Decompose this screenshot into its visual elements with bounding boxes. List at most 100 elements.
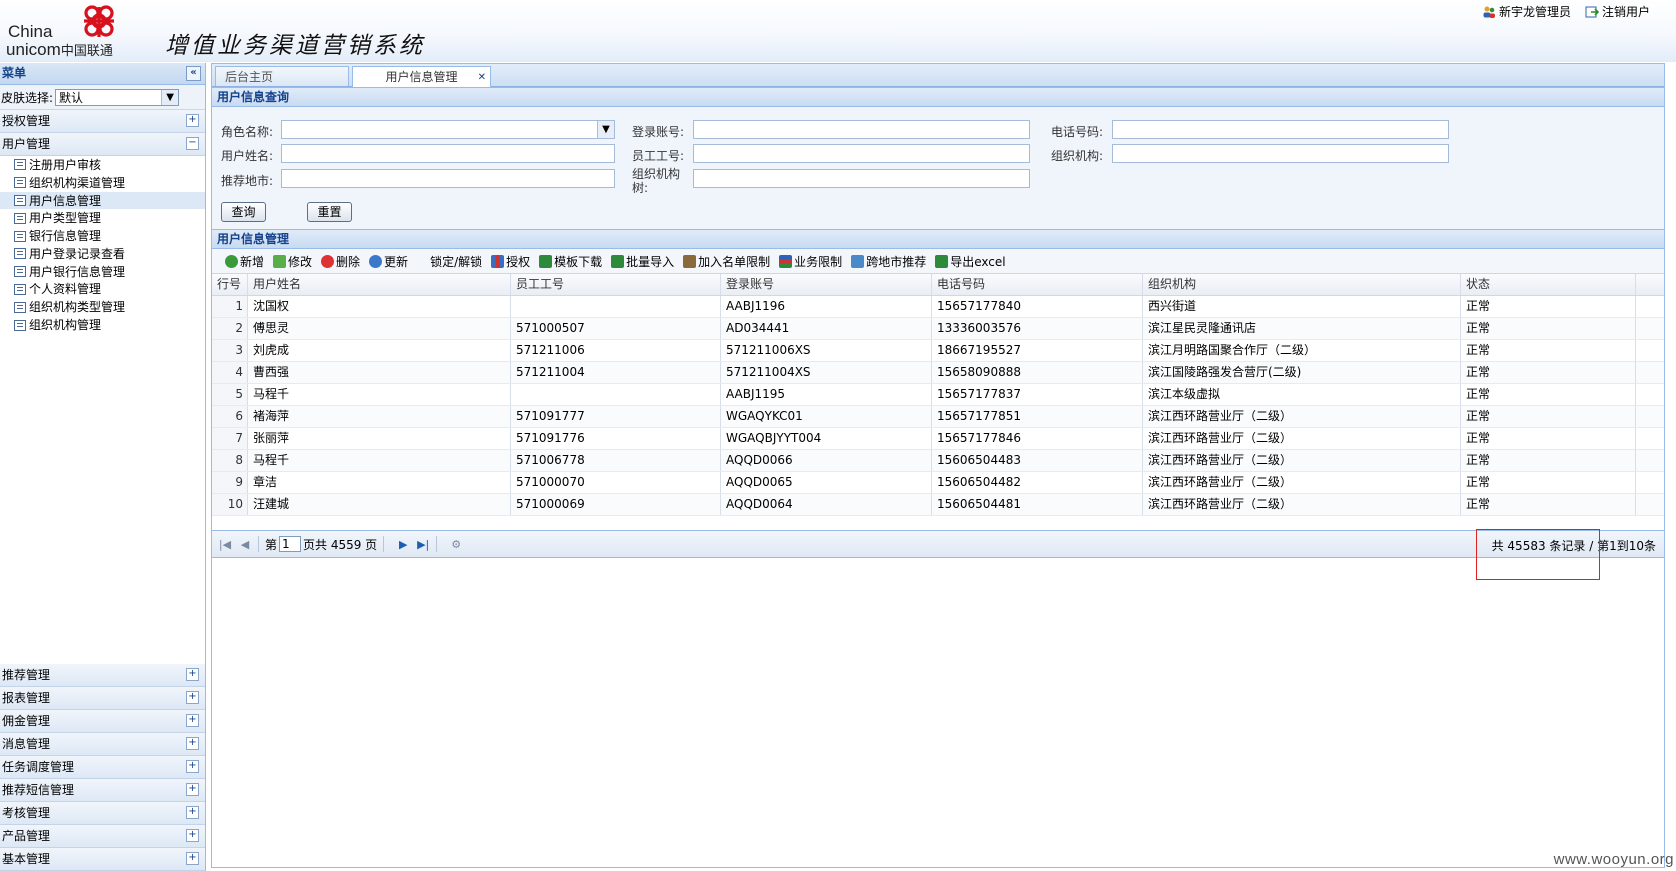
- prev-page-icon[interactable]: ◀: [238, 538, 252, 551]
- user-name-cell: 沈国权: [248, 296, 511, 317]
- city-input[interactable]: [281, 169, 615, 188]
- page-suffix: 页共 4559 页: [303, 537, 378, 552]
- org-label: 组织机构:: [1051, 149, 1104, 163]
- logo-china-text: China: [8, 22, 53, 41]
- whitelist-button[interactable]: 加入名单限制: [683, 253, 770, 270]
- login-cell: WGAQBJYYT004: [721, 428, 932, 449]
- menu-group-report[interactable]: 报表管理 +: [0, 687, 205, 710]
- china-unicom-logo: China unicom中国联通: [6, 2, 136, 59]
- cross-city-button[interactable]: 跨地市推荐: [851, 253, 926, 270]
- edit-icon: [273, 254, 287, 268]
- menu-group-commission[interactable]: 佣金管理 +: [0, 710, 205, 733]
- role-select[interactable]: ▼: [281, 120, 615, 139]
- sidebar-item-register-review[interactable]: 注册用户审核: [0, 156, 205, 174]
- first-page-icon[interactable]: |◀: [218, 538, 232, 551]
- menu-group-auth[interactable]: 授权管理 +: [0, 110, 205, 133]
- collapse-left-icon[interactable]: «: [186, 66, 201, 81]
- template-download-button[interactable]: 模板下载: [539, 253, 602, 270]
- phone-input[interactable]: [1112, 120, 1449, 139]
- close-icon[interactable]: ✕: [478, 68, 486, 88]
- login-cell: AQQD0066: [721, 450, 932, 471]
- menu-group-recommend[interactable]: 推荐管理 +: [0, 664, 205, 687]
- login-cell: 571211004XS: [721, 362, 932, 383]
- sidebar-item-profile[interactable]: 个人资料管理: [0, 281, 205, 299]
- orgtree-input[interactable]: [693, 169, 1030, 188]
- phone-cell: 15606504482: [932, 472, 1143, 493]
- excel-icon: [935, 254, 949, 268]
- sidebar-item-user-bank[interactable]: 用户银行信息管理: [0, 263, 205, 281]
- menu-group-basic[interactable]: 基本管理 +: [0, 848, 205, 871]
- export-excel-button[interactable]: 导出excel: [935, 253, 1006, 270]
- biz-limit-button[interactable]: 业务限制: [779, 253, 842, 270]
- emp-input[interactable]: [693, 144, 1030, 163]
- delete-button[interactable]: 删除: [321, 253, 360, 270]
- sidebar-item-bank-info[interactable]: 银行信息管理: [0, 227, 205, 245]
- org-cell: 滨江月明路国聚合作厅（二级）: [1143, 340, 1461, 361]
- edit-button[interactable]: 修改: [273, 253, 312, 270]
- col-status[interactable]: 状态: [1461, 274, 1636, 295]
- add-button[interactable]: 新增: [225, 253, 264, 270]
- lock-button[interactable]: 锁定/解锁: [430, 253, 482, 270]
- col-login[interactable]: 登录账号: [721, 274, 932, 295]
- reset-button[interactable]: 重置: [307, 202, 352, 222]
- col-phone[interactable]: 电话号码: [932, 274, 1143, 295]
- emp-label: 员工工号:: [632, 149, 685, 163]
- table-row[interactable]: 10 汪建城 571000069 AQQD0064 15606504481 滨江西环路营业…: [212, 494, 1664, 516]
- logout-link[interactable]: 注销用户: [1585, 3, 1650, 20]
- table-row[interactable]: 9 章洁 571000070 AQQD0065 15606504482 滨江西环路营业厅（…: [212, 472, 1664, 494]
- status-cell: 正常: [1461, 406, 1636, 427]
- page-number-input[interactable]: 1: [279, 536, 302, 552]
- bottom-menu-groups: 推荐管理 + 报表管理 + 佣金管理 + 消息管理 + 任务调度管理 + 推荐短信管理 + …: [0, 664, 205, 871]
- menu-group-task[interactable]: 任务调度管理 +: [0, 756, 205, 779]
- status-cell: 正常: [1461, 450, 1636, 471]
- name-input[interactable]: [281, 144, 615, 163]
- login-cell: AD034441: [721, 318, 932, 339]
- sidebar-item-login-log[interactable]: 用户登录记录查看: [0, 245, 205, 263]
- next-page-icon[interactable]: ▶: [396, 538, 410, 551]
- table-row[interactable]: 2 傅思灵 571000507 AD034441 13336003576 滨江星民灵隆通讯…: [212, 318, 1664, 340]
- sidebar-item-org[interactable]: 组织机构管理: [0, 316, 205, 334]
- system-title: 增值业务渠道营销系统: [165, 33, 425, 59]
- table-row[interactable]: 4 曹西强 571211004 571211004XS 15658090888 滨江国陵路…: [212, 362, 1664, 384]
- last-page-icon[interactable]: ▶|: [416, 538, 430, 551]
- sidebar-item-label: 用户登录记录查看: [29, 246, 126, 261]
- sidebar-item-user-type[interactable]: 用户类型管理: [0, 209, 205, 227]
- login-input[interactable]: [693, 120, 1030, 139]
- logout-icon: [1585, 6, 1599, 17]
- sidebar-item-org-type[interactable]: 组织机构类型管理: [0, 298, 205, 316]
- status-cell: 正常: [1461, 384, 1636, 405]
- col-org[interactable]: 组织机构: [1143, 274, 1461, 295]
- table-row[interactable]: 8 马程千 571006778 AQQD0066 15606504483 滨江西环路营业厅…: [212, 450, 1664, 472]
- user-submenu: 注册用户审核 组织机构渠道管理 用户信息管理 用户类型管理 银行信息管理 用户登…: [0, 156, 205, 666]
- menu-group-assessment[interactable]: 考核管理 +: [0, 802, 205, 825]
- table-row[interactable]: 5 马程千 AABJ1195 15657177837 滨江本级虚拟 正常: [212, 384, 1664, 406]
- menu-group-product[interactable]: 产品管理 +: [0, 825, 205, 848]
- refresh-button[interactable]: 更新: [369, 253, 408, 270]
- batch-import-button[interactable]: 批量导入: [611, 253, 674, 270]
- emp-id-cell: [511, 296, 721, 317]
- table-row[interactable]: 1 沈国权 AABJ1196 15657177840 西兴街道 正常: [212, 296, 1664, 318]
- menu-group-message[interactable]: 消息管理 +: [0, 733, 205, 756]
- org-input[interactable]: [1112, 144, 1449, 163]
- grid-header: 行号 用户姓名 员工工号 登录账号 电话号码 组织机构 状态: [212, 274, 1664, 296]
- grant-button[interactable]: 授权: [491, 253, 530, 270]
- col-emp[interactable]: 员工工号: [511, 274, 721, 295]
- menu-group-user[interactable]: 用户管理 −: [0, 133, 205, 156]
- sidebar-item-org-channel[interactable]: 组织机构渠道管理: [0, 174, 205, 192]
- refresh-gear-icon[interactable]: ⚙: [449, 538, 463, 551]
- menu-group-sms[interactable]: 推荐短信管理 +: [0, 779, 205, 802]
- phone-cell: 15657177840: [932, 296, 1143, 317]
- role-label: 角色名称:: [221, 125, 274, 139]
- table-row[interactable]: 6 褚海萍 571091777 WGAQYKC01 15657177851 滨江西环路营业…: [212, 406, 1664, 428]
- sidebar-item-user-info[interactable]: 用户信息管理: [0, 191, 205, 210]
- tab-user-info[interactable]: 用户信息管理 ✕: [352, 66, 491, 87]
- search-button[interactable]: 查询: [221, 202, 266, 222]
- org-cell: 滨江西环路营业厅（二级）: [1143, 406, 1461, 427]
- table-row[interactable]: 3 刘虎成 571211006 571211006XS 18667195527 滨江月明路…: [212, 340, 1664, 362]
- expand-icon: +: [186, 691, 199, 704]
- admin-link[interactable]: 新宇龙管理员: [1482, 3, 1571, 20]
- skin-select[interactable]: 默认 ▼: [55, 88, 180, 106]
- table-row[interactable]: 7 张丽萍 571091776 WGAQBJYYT004 15657177846 滨江西环…: [212, 428, 1664, 450]
- col-name[interactable]: 用户姓名: [248, 274, 511, 295]
- tab-home[interactable]: 后台主页: [215, 66, 349, 86]
